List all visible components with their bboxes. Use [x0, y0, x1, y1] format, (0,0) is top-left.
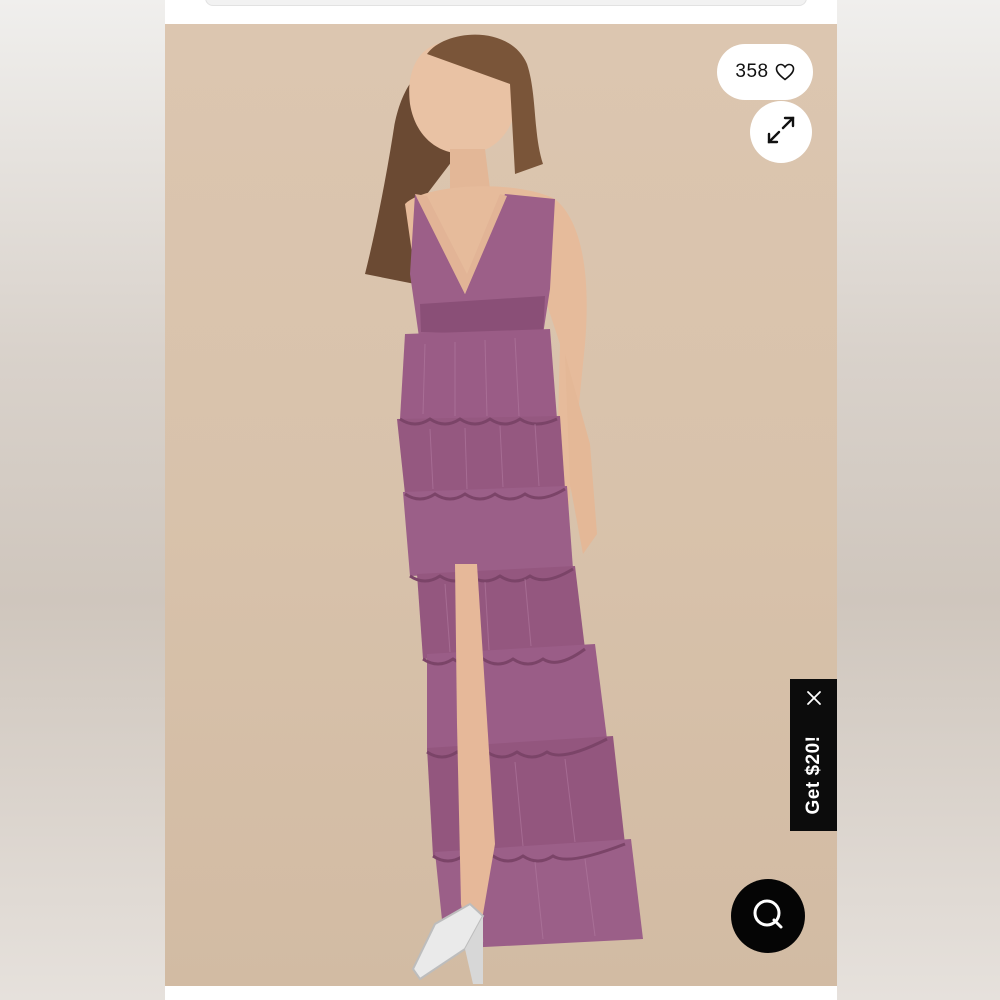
blurred-background-right	[837, 0, 1000, 1000]
product-photo[interactable]: 358 Get $20!	[165, 24, 837, 986]
blurred-background-left	[0, 0, 165, 1000]
expand-image-button[interactable]	[750, 101, 812, 163]
promo-label[interactable]: Get $20!	[803, 736, 825, 815]
model-in-purple-tiered-dress-image	[365, 34, 643, 984]
promo-tab[interactable]: Get $20!	[790, 679, 837, 831]
like-count: 358	[735, 61, 769, 82]
top-bar	[165, 0, 837, 24]
product-gallery-screen: 358 Get $20!	[165, 0, 837, 1000]
chat-bubble-icon	[750, 896, 786, 937]
close-x-icon	[806, 690, 822, 711]
heart-outline-icon	[775, 63, 795, 81]
search-bar-edge[interactable]	[205, 0, 807, 6]
bottom-bar	[165, 986, 837, 1000]
expand-arrows-icon	[764, 113, 798, 152]
like-button[interactable]: 358	[717, 44, 813, 100]
chat-button[interactable]	[731, 879, 805, 953]
promo-close-button[interactable]	[790, 685, 837, 715]
